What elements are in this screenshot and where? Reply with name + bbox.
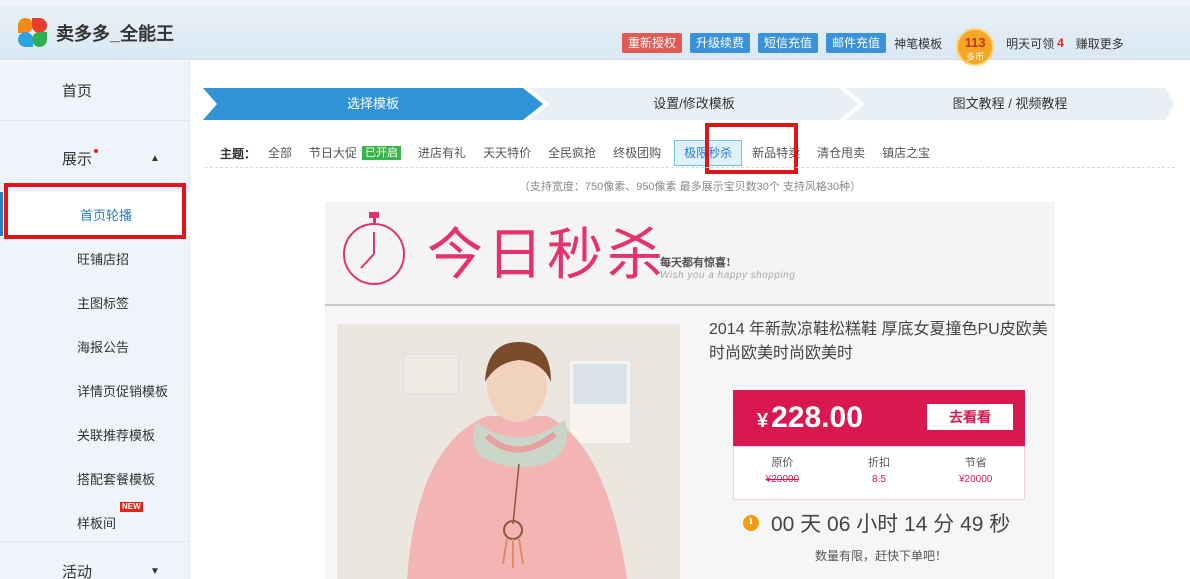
support-hint: （支持宽度：750像素、950像素 最多展示宝贝数30个 支持风格30种） — [518, 181, 862, 193]
sidebar-item-label: 搭配套餐模板 — [77, 471, 156, 487]
sidebar-item-shop-sign[interactable]: 旺铺店招 — [0, 236, 190, 280]
theme-frenzy[interactable]: 全民疯抢 — [548, 140, 596, 166]
original-price-value: ¥20000 — [765, 474, 800, 485]
sidebar-item-label: 关联推荐模板 — [77, 427, 156, 443]
preview-banner: 今日秒杀 每天都有惊喜! Wish you a happy shopping — [325, 202, 1055, 306]
discount-label: 折扣 — [868, 457, 890, 469]
tomorrow-count: 4 — [1057, 36, 1064, 50]
theme-clearance[interactable]: 清仓甩卖 — [817, 140, 865, 166]
step-edit-template[interactable]: 设置/修改模板 — [529, 88, 859, 120]
sidebar-display-label: 展示 — [62, 151, 93, 168]
theme-festival[interactable]: 节日大促 — [309, 140, 357, 166]
app-logo[interactable]: 卖多多_全能王 — [18, 18, 174, 48]
sidebar-item-bundle-package[interactable]: 搭配套餐模板 — [0, 456, 190, 500]
theme-label: 主题： — [220, 146, 257, 161]
view-product-button[interactable]: 去看看 — [927, 404, 1013, 430]
sale-price-value: 228.00 — [771, 401, 863, 434]
coin-badge[interactable]: 113 多币 — [956, 28, 995, 66]
stopwatch-icon — [343, 212, 405, 285]
sidebar-item-detail-promo[interactable]: 详情页促销模板 — [0, 368, 190, 412]
sidebar-item-related-recommend[interactable]: 关联推荐模板 — [0, 412, 190, 456]
step-progress: 选择模板 设置/修改模板 图文教程 / 视频教程 — [203, 88, 1175, 120]
savings-value: ¥20000 — [958, 474, 993, 485]
sidebar-group-activity[interactable]: 活动 ▼ — [0, 541, 190, 579]
countdown-timer: 00 天 06 小时 14 分 49 秒 — [743, 508, 1010, 538]
festival-enabled-badge: 已开启 — [362, 146, 402, 160]
coin-unit: 多币 — [966, 52, 985, 62]
banner-title: 今日秒杀 — [427, 223, 667, 288]
divider — [205, 167, 1175, 168]
sidebar-item-label: 详情页促销模板 — [77, 383, 169, 399]
limited-stock-text: 数量有限，赶快下单吧！ — [815, 549, 948, 563]
sidebar-item-label: 主图标签 — [77, 295, 130, 311]
sale-price: ¥228.00 — [757, 396, 863, 443]
sidebar-item-main-image-tag[interactable]: 主图标签 — [0, 280, 190, 324]
price-banner: ¥228.00 去看看 — [733, 390, 1025, 446]
collapse-arrow-icon[interactable]: ▲ — [150, 153, 160, 164]
original-price: 原价 ¥20000 — [734, 447, 831, 499]
theme-group-buy[interactable]: 终极团购 — [613, 140, 661, 166]
sidebar-item-sample-room[interactable]: 样板间 NEW — [0, 500, 190, 544]
sidebar-item-label: 样板间 — [77, 515, 117, 531]
sidebar-activity-label: 活动 — [62, 563, 93, 579]
sidebar-item-poster-notice[interactable]: 海报公告 — [0, 324, 190, 368]
discount-value: 8.5 — [872, 474, 886, 485]
discount: 折扣 8.5 — [831, 447, 928, 499]
sidebar-item-home[interactable]: 首页 — [0, 61, 190, 121]
upgrade-renew-button[interactable]: 升级续费 — [690, 33, 751, 53]
theme-daily-special[interactable]: 天天特价 — [483, 140, 531, 166]
theme-filter: 主题： 全部 节日大促 已开启 进店有礼 天天特价 全民疯抢 终极团购 极限秒杀… — [220, 140, 947, 166]
top-header: 卖多多_全能王 重新授权 升级续费 短信充值 邮件充值 神笔模板 113 多币 … — [0, 0, 1190, 66]
price-info: 原价 ¥20000 折扣 8.5 节省 ¥20000 — [733, 446, 1025, 500]
template-preview[interactable]: 今日秒杀 每天都有惊喜! Wish you a happy shopping 2… — [325, 202, 1055, 579]
coin-count: 113 — [964, 35, 986, 50]
sidebar-item-label: 海报公告 — [77, 339, 130, 355]
pinwheel-logo-icon — [18, 18, 48, 48]
email-recharge-button[interactable]: 邮件充值 — [826, 33, 887, 53]
savings: 节省 ¥20000 — [927, 447, 1024, 499]
tomorrow-label: 明天可领 — [1006, 36, 1055, 51]
theme-store-gift[interactable]: 进店有礼 — [418, 140, 466, 166]
step-choose-template[interactable]: 选择模板 — [203, 88, 543, 120]
banner-subtitle-cn: 每天都有惊喜! — [660, 256, 731, 269]
sms-recharge-button[interactable]: 短信充值 — [758, 33, 819, 53]
theme-store-treasure[interactable]: 镇店之宝 — [882, 140, 930, 166]
header-actions: 重新授权 升级续费 短信充值 邮件充值 神笔模板 113 多币 明天可领 4 赚… — [622, 24, 1138, 66]
theme-all[interactable]: 全部 — [268, 140, 292, 166]
earn-more-link[interactable]: 赚取更多 — [1076, 35, 1124, 52]
notification-dot — [94, 148, 99, 153]
step-tutorials[interactable]: 图文教程 / 视频教程 — [845, 88, 1175, 120]
new-badge: NEW — [120, 502, 143, 512]
expand-arrow-icon[interactable]: ▼ — [150, 566, 160, 577]
product-title: 2014 年新款凉鞋松糕鞋 厚底女夏撞色PU皮欧美时尚欧美时尚欧美时 — [709, 321, 1048, 362]
sidebar-home-label: 首页 — [62, 83, 93, 100]
sidebar: 首页 展示 ▲ 首页轮播 旺铺店招 主图标签 海报公告 详情页促销模板 关联推荐… — [0, 61, 190, 579]
banner-subtitle-en: Wish you a happy shopping — [660, 270, 796, 281]
product-photo — [337, 324, 680, 579]
reauthorize-button[interactable]: 重新授权 — [622, 33, 683, 53]
app-name: 卖多多_全能王 — [56, 24, 175, 44]
sidebar-item-label: 旺铺店招 — [77, 251, 130, 267]
savings-label: 节省 — [964, 457, 987, 469]
currency-symbol: ¥ — [757, 410, 769, 432]
clock-icon — [743, 515, 759, 531]
original-price-label: 原价 — [771, 457, 794, 469]
countdown-text: 00 天 06 小时 14 分 49 秒 — [771, 513, 1011, 536]
shenbi-template-link[interactable]: 神笔模板 — [894, 35, 942, 52]
header-top-strip — [0, 0, 1190, 6]
